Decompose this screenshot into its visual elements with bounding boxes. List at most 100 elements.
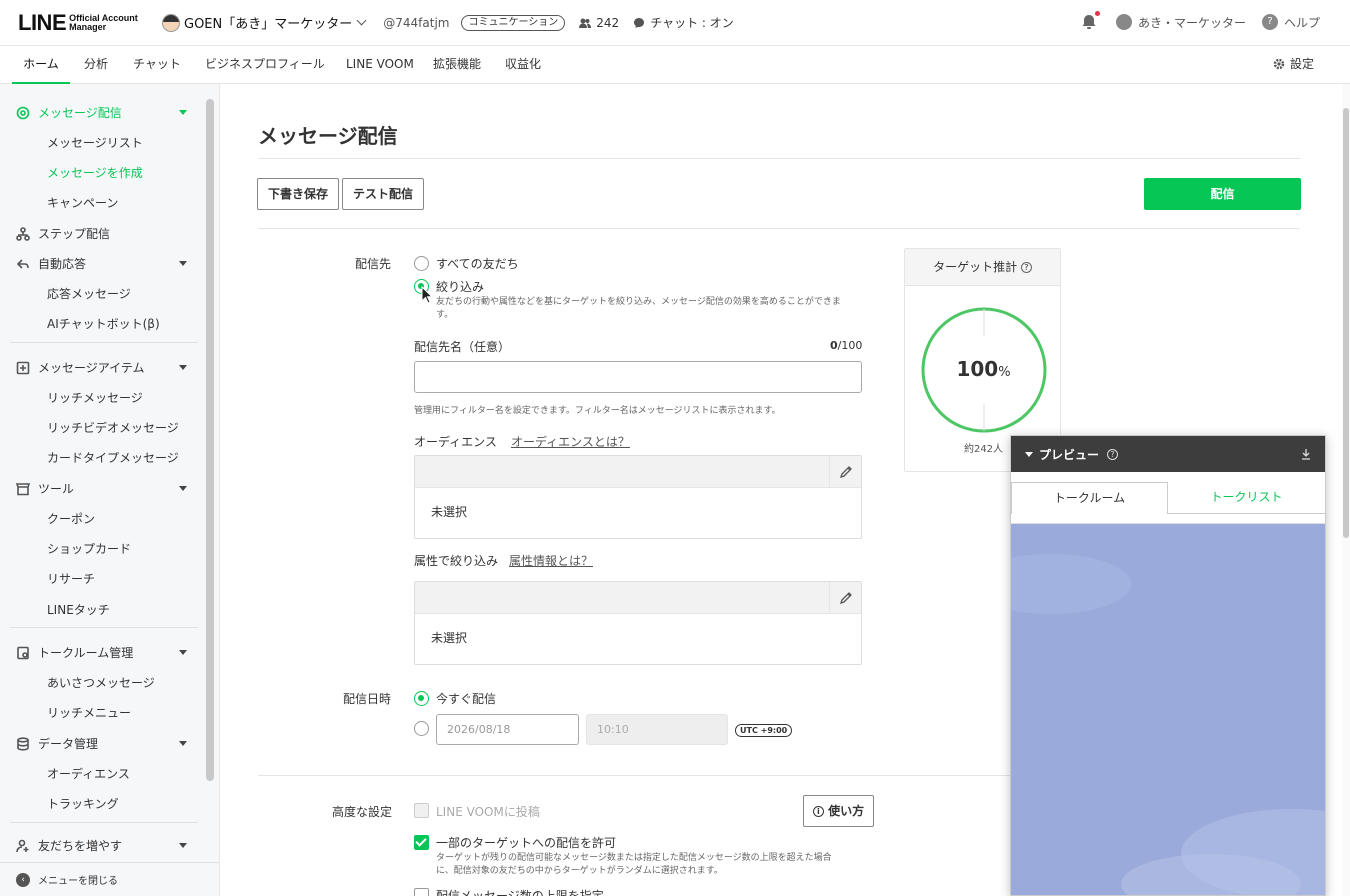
audience-help-link[interactable]: オーディエンスとは？ (511, 433, 630, 450)
account-name: GOEN「あき」マーケッター (184, 17, 353, 32)
attribute-help-link[interactable]: 属性情報とは？ (509, 552, 593, 569)
sidebar-item-research[interactable]: リサーチ (47, 570, 95, 587)
tab-business-profile[interactable]: ビジネスプロフィール (205, 46, 325, 84)
user-name[interactable]: あき・マーケッター (1138, 14, 1246, 31)
all-friends-radio[interactable] (414, 256, 429, 271)
friend-count: 242 (579, 16, 619, 30)
chevron-left-icon: ‹ (16, 872, 30, 887)
test-send-button[interactable]: テスト配信 (342, 178, 425, 210)
mouse-cursor-icon (421, 286, 433, 304)
voom-post-checkbox (414, 803, 429, 818)
caret-down-icon[interactable] (179, 741, 187, 746)
caret-down-icon[interactable] (179, 843, 187, 848)
tab-extensions[interactable]: 拡張機能 (433, 46, 481, 84)
sidebar-item-shop-card[interactable]: ショップカード (47, 540, 131, 557)
edit-audience-button[interactable] (829, 456, 861, 488)
collapse-caret-icon[interactable] (1025, 451, 1033, 457)
line-logo[interactable]: LINE Official Account Manager (18, 12, 138, 34)
divider (258, 158, 1300, 159)
limit-messages-checkbox[interactable] (414, 888, 429, 896)
destination-name-counter: 0/100 (830, 339, 863, 352)
sidebar-item-card-type-message[interactable]: カードタイプメッセージ (47, 449, 179, 466)
help-icon[interactable]: ? (1261, 14, 1278, 30)
how-to-button[interactable]: i 使い方 (803, 795, 874, 827)
tab-line-voom[interactable]: LINE VOOM (346, 46, 414, 84)
tab-monetization[interactable]: 収益化 (505, 46, 541, 84)
narrow-label[interactable]: 絞り込み (436, 278, 484, 295)
sidebar-item-add-friends[interactable]: 友だちを増やす (16, 837, 122, 854)
page-scrollbar-thumb[interactable] (1343, 108, 1349, 538)
attribute-value: 未選択 (431, 631, 468, 645)
tab-analytics[interactable]: 分析 (84, 46, 108, 84)
sidebar-item-ai-chatbot[interactable]: AIチャットボット(β) (47, 315, 160, 332)
sidebar-item-response-message[interactable]: 応答メッセージ (47, 285, 131, 302)
save-draft-button[interactable]: 下書き保存 (257, 178, 340, 210)
sidebar-item-greeting-message[interactable]: あいさつメッセージ (47, 674, 155, 691)
sidebar-item-step-delivery[interactable]: ステップ配信 (16, 225, 110, 242)
account-badge: コミュニケーション (461, 14, 566, 31)
add-box-icon (16, 361, 30, 374)
sidebar-item-tracking[interactable]: トラッキング (47, 795, 119, 812)
target-percent: 100% (956, 357, 1011, 381)
sidebar-item-create-message[interactable]: メッセージを作成 (47, 164, 143, 181)
attribute-panel: 未選択 (414, 581, 862, 665)
send-now-radio[interactable] (414, 691, 429, 706)
caret-down-icon[interactable] (179, 110, 187, 115)
reply-icon (16, 258, 29, 269)
divider (258, 228, 1300, 229)
tab-home[interactable]: ホーム (12, 46, 70, 84)
destination-name-input[interactable] (414, 361, 862, 393)
sidebar-item-data-management[interactable]: データ管理 (16, 735, 98, 752)
help-link[interactable]: ヘルプ (1284, 14, 1320, 31)
caret-down-icon[interactable] (179, 486, 187, 491)
preview-header[interactable]: プレビュー ? (1011, 436, 1325, 472)
target-estimate-title: ターゲット推計 ? (905, 249, 1060, 286)
page-title: メッセージ配信 (258, 124, 398, 148)
account-switcher[interactable]: GOEN「あき」マーケッター @744fatjm コミュニケーション 242 チ… (162, 13, 734, 32)
tab-talklist[interactable]: トークリスト (1168, 482, 1325, 514)
sidebar-item-rich-menu[interactable]: リッチメニュー (47, 704, 131, 721)
sidebar-item-tools[interactable]: ツール (16, 480, 74, 497)
all-friends-label[interactable]: すべての友だち (436, 255, 519, 272)
preview-chat-background (1011, 524, 1325, 895)
send-button[interactable]: 配信 (1144, 178, 1301, 210)
date-input[interactable]: 2026/08/18 (436, 714, 579, 745)
caret-down-icon[interactable] (179, 261, 187, 266)
question-icon[interactable]: ? (1020, 262, 1032, 273)
sidebar-item-message-delivery[interactable]: メッセージ配信 (16, 104, 122, 121)
sidebar-item-coupon[interactable]: クーポン (47, 510, 95, 527)
edit-attribute-button[interactable] (829, 582, 861, 614)
notification-dot (1094, 11, 1100, 16)
logo-text: LINE (18, 10, 67, 35)
settings-link[interactable]: 設定 (1273, 46, 1314, 82)
database-icon (17, 736, 29, 751)
question-icon[interactable]: ? (1107, 448, 1119, 460)
broadcast-icon (16, 106, 30, 119)
chat-status[interactable]: チャット : オン (633, 14, 734, 31)
send-now-label[interactable]: 今すぐ配信 (436, 690, 496, 707)
allow-partial-checkbox[interactable] (414, 835, 429, 850)
sidebar-scrollbar[interactable] (206, 99, 214, 781)
limit-messages-label[interactable]: 配信メッセージ数の上限を指定 (436, 887, 604, 896)
schedule-radio[interactable] (414, 721, 429, 736)
sidebar-item-campaign[interactable]: キャンペーン (47, 194, 118, 211)
close-menu-button[interactable]: ‹ メニューを閉じる (0, 862, 219, 896)
user-icon[interactable] (1115, 14, 1132, 30)
caret-down-icon[interactable] (179, 365, 187, 370)
download-icon[interactable] (1301, 448, 1311, 460)
sidebar-item-rich-message[interactable]: リッチメッセージ (47, 389, 143, 406)
caret-down-icon[interactable] (179, 650, 187, 655)
sidebar-item-line-touch[interactable]: LINEタッチ (47, 601, 110, 618)
allow-partial-label[interactable]: 一部のターゲットへの配信を許可 (436, 834, 616, 851)
sidebar-item-auto-response[interactable]: 自動応答 (16, 255, 86, 272)
page-scrollbar[interactable] (1342, 84, 1350, 896)
sidebar-item-talkroom-management[interactable]: トークルーム管理 (16, 644, 133, 661)
tab-chat[interactable]: チャット (133, 46, 181, 84)
sidebar-item-message-list[interactable]: メッセージリスト (47, 134, 143, 151)
sidebar-item-message-items[interactable]: メッセージアイテム (16, 359, 145, 376)
sidebar-item-rich-video-message[interactable]: リッチビデオメッセージ (47, 419, 179, 436)
notification-bell-icon[interactable] (1080, 11, 1100, 31)
tab-talkroom[interactable]: トークルーム (1011, 482, 1168, 514)
people-icon (579, 18, 592, 28)
sidebar-item-audience[interactable]: オーディエンス (47, 765, 130, 782)
